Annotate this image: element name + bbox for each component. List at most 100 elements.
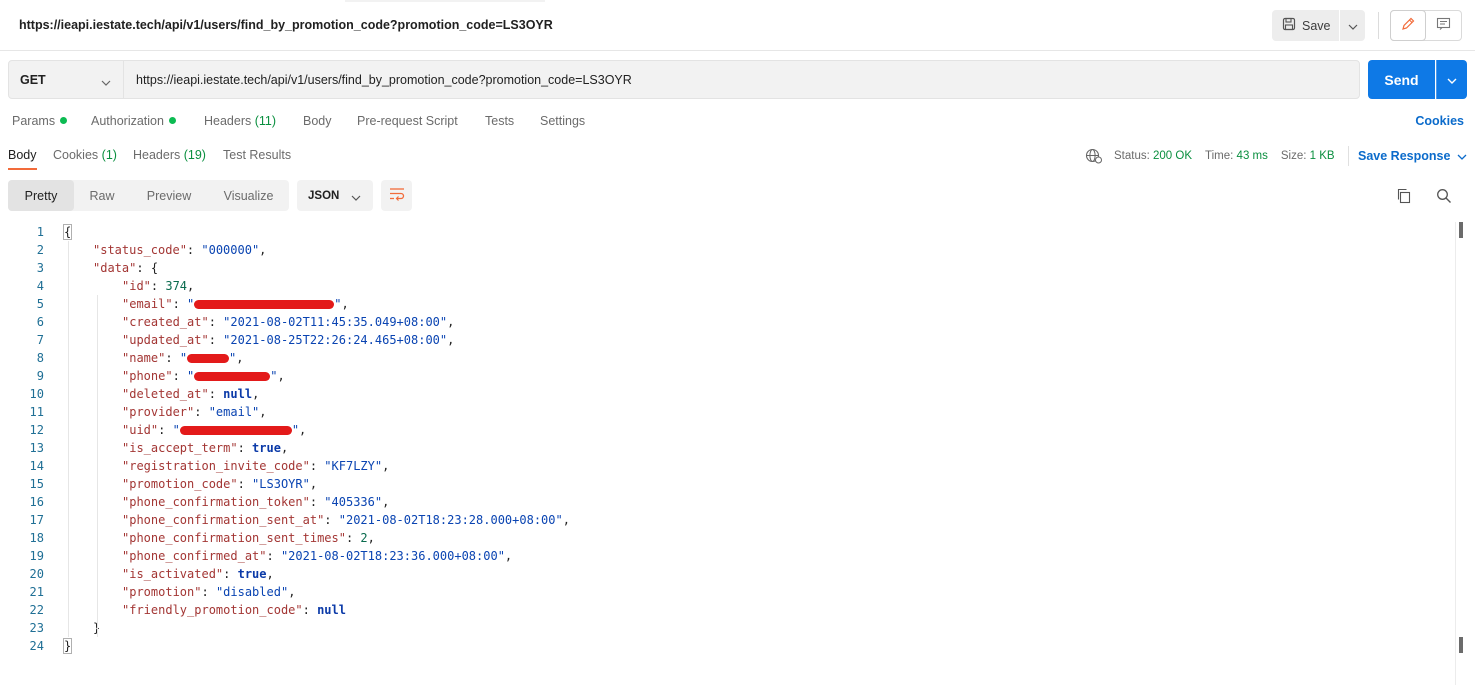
save-response-label: Save Response bbox=[1358, 149, 1451, 163]
json-key: "phone_confirmation_token" bbox=[122, 495, 310, 509]
response-tab-cookies[interactable]: Cookies (1) bbox=[53, 148, 117, 162]
response-time: Time: 43 ms bbox=[1205, 150, 1268, 162]
line-number: 11 bbox=[29, 405, 44, 419]
redaction-mark bbox=[194, 300, 335, 309]
line-number: 23 bbox=[29, 621, 44, 635]
comment-icon bbox=[1436, 17, 1451, 34]
copy-icon[interactable] bbox=[1396, 188, 1412, 204]
json-punctuation: , bbox=[280, 441, 289, 455]
tab-authorization[interactable]: Authorization bbox=[91, 114, 176, 128]
json-punctuation: ", bbox=[270, 369, 285, 383]
json-separator: : bbox=[172, 297, 188, 311]
json-value: "2021-08-02T18:23:28.000+08:00" bbox=[338, 513, 563, 527]
line-number: 5 bbox=[36, 297, 44, 311]
code-text: "registration_invite_code": "KF7LZY", bbox=[122, 457, 389, 475]
code-text: { bbox=[62, 223, 73, 241]
response-tab-headers[interactable]: Headers (19) bbox=[133, 148, 206, 162]
json-key: "data" bbox=[93, 261, 137, 275]
cookies-link[interactable]: Cookies bbox=[1415, 114, 1464, 128]
code-line: 5 "email": " ", bbox=[0, 295, 1450, 313]
view-pretty-button[interactable]: Pretty bbox=[8, 180, 74, 211]
json-quote: " bbox=[229, 351, 237, 365]
code-line: 1{ bbox=[0, 223, 1450, 241]
json-punctuation: , bbox=[252, 387, 260, 401]
save-button[interactable]: Save bbox=[1272, 10, 1339, 41]
line-number: 2 bbox=[36, 243, 44, 257]
code-line: 2 "status_code": "000000", bbox=[0, 241, 1450, 259]
format-select[interactable]: JSON bbox=[297, 180, 373, 211]
json-key: "uid" bbox=[122, 423, 159, 437]
tab-body[interactable]: Body bbox=[303, 114, 332, 128]
tab-settings[interactable]: Settings bbox=[540, 114, 585, 128]
code-line: 21 "promotion": "disabled", bbox=[0, 583, 1450, 601]
line-number: 18 bbox=[29, 531, 44, 545]
wrap-lines-button[interactable] bbox=[381, 180, 412, 211]
json-separator: : bbox=[172, 369, 188, 383]
json-quote: " bbox=[334, 297, 342, 311]
response-size: Size: 1 KB bbox=[1281, 150, 1335, 162]
response-tab-test-results[interactable]: Test Results bbox=[223, 148, 291, 162]
response-tab-body[interactable]: Body bbox=[8, 148, 37, 162]
view-raw-button[interactable]: Raw bbox=[74, 180, 130, 211]
json-separator: : bbox=[194, 405, 209, 419]
code-text: "is_activated": true, bbox=[122, 565, 274, 583]
json-separator: : bbox=[345, 531, 361, 545]
request-title[interactable]: https://ieapi.iestate.tech/api/v1/users/… bbox=[19, 18, 553, 32]
edit-mode-button[interactable] bbox=[1390, 10, 1426, 41]
method-label: GET bbox=[20, 72, 46, 87]
wrap-lines-icon bbox=[389, 187, 405, 204]
code-line: 18 "phone_confirmation_sent_times": 2, bbox=[0, 529, 1450, 547]
save-options-button[interactable] bbox=[1340, 10, 1365, 41]
response-body-editor[interactable]: 1{2 "status_code": "000000", 3 "data": {4 "i… bbox=[0, 222, 1460, 662]
json-brace: { bbox=[150, 261, 159, 275]
url-input[interactable] bbox=[123, 60, 1360, 99]
pencil-icon bbox=[1401, 17, 1415, 34]
scrollbar-marker[interactable] bbox=[1459, 222, 1463, 238]
tab-pre-request-script[interactable]: Pre-request Script bbox=[357, 114, 458, 128]
json-value: true bbox=[252, 441, 281, 455]
method-select[interactable]: GET bbox=[8, 60, 124, 99]
json-key: "name" bbox=[122, 351, 166, 365]
comments-button[interactable] bbox=[1426, 11, 1461, 40]
scrollbar-marker[interactable] bbox=[1459, 637, 1463, 653]
redaction-mark bbox=[179, 426, 292, 435]
code-line: 7 "updated_at": "2021-08-25T22:26:24.465+… bbox=[0, 331, 1450, 349]
search-icon[interactable] bbox=[1436, 188, 1452, 204]
indent-guide bbox=[97, 295, 98, 637]
code-line: 16 "phone_confirmation_token": "405336", bbox=[0, 493, 1450, 511]
code-text: "is_accept_term": true, bbox=[122, 439, 288, 457]
json-value: " bbox=[187, 297, 195, 311]
json-key: "is_activated" bbox=[122, 567, 224, 581]
tab-tests[interactable]: Tests bbox=[485, 114, 514, 128]
json-key: "provider" bbox=[122, 405, 195, 419]
request-header: https://ieapi.iestate.tech/api/v1/users/… bbox=[0, 0, 1475, 51]
json-key: "promotion_code" bbox=[122, 477, 238, 491]
globe-icon[interactable] bbox=[1085, 148, 1103, 164]
json-brace: { bbox=[62, 224, 73, 240]
json-key: "registration_invite_code" bbox=[122, 459, 310, 473]
view-visualize-button[interactable]: Visualize bbox=[208, 180, 289, 211]
line-number: 16 bbox=[29, 495, 44, 509]
code-text: "phone_confirmation_sent_at": "2021-08-0… bbox=[122, 511, 570, 529]
json-separator: : bbox=[237, 441, 253, 455]
status-code: Status: 200 OK bbox=[1114, 150, 1192, 162]
view-preview-button[interactable]: Preview bbox=[130, 180, 208, 211]
response-tab-cookies-label: Cookies bbox=[53, 148, 99, 162]
send-button[interactable]: Send bbox=[1368, 60, 1435, 99]
tab-headers-label: Headers bbox=[204, 114, 252, 128]
send-options-button[interactable] bbox=[1436, 60, 1467, 99]
tab-params[interactable]: Params bbox=[12, 114, 68, 128]
line-number: 3 bbox=[36, 261, 44, 275]
chevron-down-icon bbox=[1348, 19, 1358, 33]
json-value: "disabled" bbox=[215, 585, 289, 599]
tab-headers[interactable]: Headers (11) bbox=[204, 114, 276, 128]
json-key: "phone" bbox=[122, 369, 173, 383]
json-key: "phone_confirmation_sent_times" bbox=[122, 531, 346, 545]
json-separator: : bbox=[208, 333, 224, 347]
json-punctuation: ", bbox=[229, 351, 244, 365]
tab-indicator bbox=[345, 0, 545, 2]
line-number: 12 bbox=[29, 423, 44, 437]
save-response-button[interactable]: Save Response bbox=[1348, 146, 1467, 166]
code-text: "updated_at": "2021-08-25T22:26:24.465+0… bbox=[122, 331, 454, 349]
json-separator: : bbox=[201, 585, 216, 599]
